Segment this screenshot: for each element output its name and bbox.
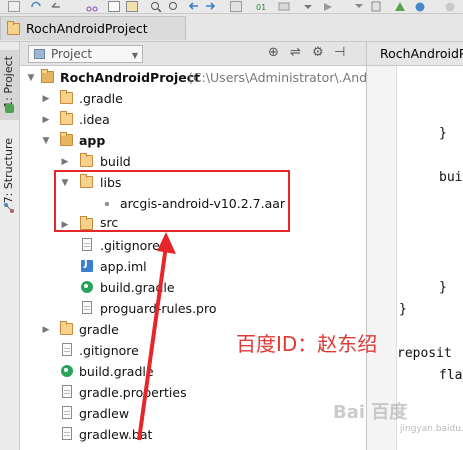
annotation-arrow xyxy=(137,232,176,441)
watermark-url: jingyan.baidu.com xyxy=(400,424,463,434)
watermark-logo: Bai 百度 xyxy=(333,402,408,423)
annotation-text: 百度ID：赵东绍 xyxy=(236,332,378,356)
